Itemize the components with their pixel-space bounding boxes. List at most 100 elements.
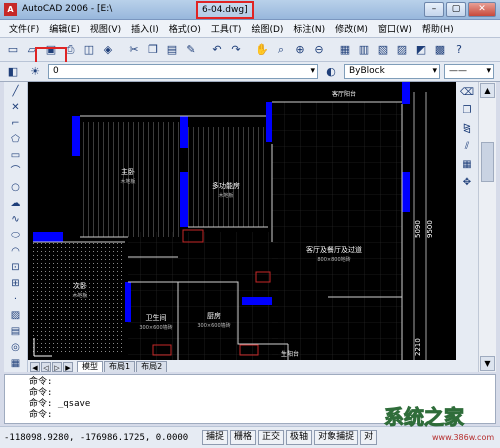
layer-state-icon[interactable]: ☀: [26, 63, 44, 81]
scroll-down-icon[interactable]: ▼: [480, 356, 495, 371]
ortho-toggle[interactable]: 正交: [258, 430, 285, 445]
menu-help[interactable]: 帮助(H): [417, 22, 459, 35]
menu-insert[interactable]: 插入(I): [126, 22, 164, 35]
linetype-select[interactable]: ——: [444, 64, 494, 79]
last-tab-icon[interactable]: ▶: [63, 362, 73, 372]
menu-window[interactable]: 窗口(W): [373, 22, 417, 35]
circle-icon[interactable]: ○: [7, 181, 25, 195]
room-label-bathroom: 卫生间: [146, 313, 167, 322]
point-icon[interactable]: ·: [7, 293, 25, 307]
redo-icon[interactable]: ↷: [227, 41, 245, 59]
preview-icon[interactable]: ◫: [80, 41, 98, 59]
menu-modify[interactable]: 修改(M): [330, 22, 373, 35]
prev-tab-icon[interactable]: ◁: [41, 362, 51, 372]
markup-icon[interactable]: ◩: [412, 41, 430, 59]
sheet-set-icon[interactable]: ▨: [393, 41, 411, 59]
scroll-up-icon[interactable]: ▲: [480, 83, 495, 98]
copy-icon[interactable]: ❐: [144, 41, 162, 59]
ellipse-arc-icon[interactable]: ◠: [7, 245, 25, 259]
tab-model[interactable]: 模型: [77, 361, 103, 372]
mirror-icon[interactable]: ⧎: [458, 122, 476, 136]
menu-view[interactable]: 视图(V): [85, 22, 126, 35]
spline-icon[interactable]: ∿: [7, 213, 25, 227]
line-icon[interactable]: ╱: [7, 85, 25, 99]
standard-toolbar: ▭ ▱ ▣ ⎙ ◫ ◈ ✂ ❐ ▤ ✎ ↶ ↷ ✋ ⌕ ⊕ ⊖ ▦ ▥ ▧ ▨ …: [0, 38, 500, 62]
calculator-icon[interactable]: ▩: [431, 41, 449, 59]
vertical-scrollbar[interactable]: ▲ ▼: [478, 82, 496, 372]
scroll-thumb[interactable]: [481, 142, 494, 182]
first-tab-icon[interactable]: ◀: [30, 362, 40, 372]
tool-palettes-icon[interactable]: ▧: [374, 41, 392, 59]
gradient-icon[interactable]: ▤: [7, 325, 25, 339]
close-button[interactable]: ✕: [468, 2, 496, 17]
make-block-icon[interactable]: ⊞: [7, 277, 25, 291]
revision-cloud-icon[interactable]: ☁: [7, 197, 25, 211]
zoom-window-icon[interactable]: ⊕: [291, 41, 309, 59]
maximize-button[interactable]: ▢: [446, 2, 466, 17]
zoom-realtime-icon[interactable]: ⌕: [272, 41, 290, 59]
region-icon[interactable]: ◎: [7, 341, 25, 355]
menu-bar: 文件(F) 编辑(E) 视图(V) 插入(I) 格式(O) 工具(T) 绘图(D…: [0, 20, 500, 38]
erase-icon[interactable]: ⌫: [458, 86, 476, 100]
tab-layout1[interactable]: 布局1: [104, 361, 136, 372]
menu-dimension[interactable]: 标注(N): [288, 22, 330, 35]
pan-icon[interactable]: ✋: [253, 41, 271, 59]
hatch-icon[interactable]: ▨: [7, 309, 25, 323]
room-label-multi-room: 多功能房: [212, 181, 240, 190]
make-current-icon[interactable]: ◐: [322, 63, 340, 81]
otrack-toggle[interactable]: 对: [360, 430, 378, 445]
properties-icon[interactable]: ▦: [336, 41, 354, 59]
floor-plan: 主卧 木地板 多功能房 木地板 客厅及餐厅及过道 800×800地砖 次卧 木地…: [28, 82, 456, 360]
polyline-icon[interactable]: ⌐: [7, 117, 25, 131]
menu-draw[interactable]: 绘图(D): [246, 22, 288, 35]
dimension-5090: 5090: [414, 220, 422, 238]
design-center-icon[interactable]: ▥: [355, 41, 373, 59]
next-tab-icon[interactable]: ▷: [52, 362, 62, 372]
ellipse-icon[interactable]: ⬭: [7, 229, 25, 243]
tab-layout2[interactable]: 布局2: [136, 361, 168, 372]
arc-icon[interactable]: ⌒: [7, 165, 25, 179]
osnap-toggle[interactable]: 对象捕捉: [314, 430, 359, 445]
polygon-icon[interactable]: ⬠: [7, 133, 25, 147]
room-subtitle-second-bedroom: 木地板: [72, 292, 87, 299]
match-properties-icon[interactable]: ✎: [182, 41, 200, 59]
menu-tools[interactable]: 工具(T): [206, 22, 247, 35]
copy-object-icon[interactable]: ❐: [458, 104, 476, 118]
undo-icon[interactable]: ↶: [208, 41, 226, 59]
help-icon[interactable]: ?: [450, 41, 468, 59]
layer-select[interactable]: 0: [48, 64, 318, 79]
snap-toggle[interactable]: 捕捉: [202, 430, 229, 445]
paste-icon[interactable]: ▤: [163, 41, 181, 59]
array-icon[interactable]: ▦: [458, 158, 476, 172]
coordinate-readout: -118098.9280, -176986.1725, 0.0000: [4, 432, 189, 443]
minimize-button[interactable]: –: [424, 2, 444, 17]
color-select[interactable]: ByBlock: [344, 64, 440, 79]
polar-toggle[interactable]: 极轴: [286, 430, 313, 445]
drawing-canvas[interactable]: 主卧 木地板 多功能房 木地板 客厅及餐厅及过道 800×800地砖 次卧 木地…: [28, 82, 456, 360]
construction-line-icon[interactable]: ✕: [7, 101, 25, 115]
table-icon[interactable]: ▦: [7, 357, 25, 371]
room-label-second-bedroom: 次卧: [73, 281, 87, 290]
zoom-previous-icon[interactable]: ⊖: [310, 41, 328, 59]
layer-manager-icon[interactable]: ◧: [4, 63, 22, 81]
cut-icon[interactable]: ✂: [125, 41, 143, 59]
rectangle-icon[interactable]: ▭: [7, 149, 25, 163]
room-label-top: 客厅阳台: [332, 90, 356, 98]
menu-file[interactable]: 文件(F): [4, 22, 44, 35]
menu-format[interactable]: 格式(O): [164, 22, 206, 35]
publish-icon[interactable]: ◈: [99, 41, 117, 59]
layout-tabs: ◀ ◁ ▷ ▶ 模型 布局1 布局2: [28, 360, 456, 372]
room-label-living: 客厅及餐厅及过道: [306, 245, 362, 254]
grid-toggle[interactable]: 栅格: [230, 430, 257, 445]
insert-block-icon[interactable]: ⊡: [7, 261, 25, 275]
room-label-balcony: 生阳台: [281, 350, 299, 358]
site-watermark: 系统之家 www.386w.com: [384, 405, 495, 443]
app-title: AutoCAD 2006 - [E:\: [22, 4, 113, 14]
dimension-2210: 2210: [414, 338, 422, 356]
new-file-icon[interactable]: ▭: [4, 41, 22, 59]
offset-icon[interactable]: ⫽: [458, 140, 476, 154]
move-icon[interactable]: ✥: [458, 176, 476, 190]
command-line: 命令:: [29, 377, 53, 387]
menu-edit[interactable]: 编辑(E): [44, 22, 85, 35]
title-bar: A AutoCAD 2006 - [E:\ 6-04.dwg] – ▢ ✕: [0, 0, 500, 20]
